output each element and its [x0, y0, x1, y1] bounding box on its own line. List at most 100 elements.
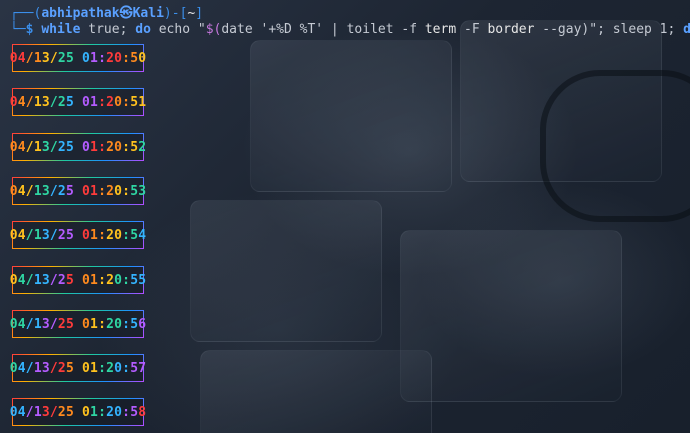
clock-char: :: [98, 227, 107, 243]
cmd-done: done: [683, 22, 690, 37]
clock-char: /: [49, 94, 58, 110]
clock-char: 0: [82, 272, 91, 288]
clock-output-box: 0 4/1 3/2 5 01:20:53: [10, 177, 147, 205]
clock-char: 2: [57, 404, 66, 420]
clock-char: 1: [90, 404, 99, 420]
command-line[interactable]: └─$ while true; do echo "$(date '+%D %T'…: [10, 22, 690, 38]
clock-char: :: [122, 404, 131, 420]
clock-output-box: 0 4/1 3/2 5 01:20:58: [9, 398, 147, 426]
clock-char: 5: [65, 94, 74, 110]
clock-char: 0: [114, 316, 123, 332]
clock-char: [74, 228, 82, 243]
clock-char: 5: [65, 50, 74, 66]
clock-char: 4: [17, 183, 26, 199]
clock-char: 0: [82, 94, 91, 110]
clock-char: [74, 184, 82, 199]
clock-char: 1: [33, 50, 42, 66]
prompt-line: ┌──(abhipathak㉿Kali)-[~]: [10, 6, 203, 22]
clock-char: 5: [130, 316, 139, 332]
clock-char: 4: [17, 227, 26, 243]
clock-char: 5: [65, 360, 74, 376]
prompt-corner: └─: [10, 22, 26, 37]
clock-char: 4: [17, 360, 26, 376]
clock-char: 4: [17, 139, 26, 155]
clock-char: /: [49, 316, 58, 332]
prompt-user: abhipathak: [41, 6, 120, 21]
clock-char: 5: [65, 139, 74, 155]
clock-char: 0: [9, 272, 18, 288]
clock-char: 2: [106, 227, 115, 243]
clock-char: :: [98, 316, 107, 332]
clock-char: 0: [138, 50, 147, 66]
clock-char: 4: [17, 94, 26, 110]
clock-char: 2: [57, 360, 66, 376]
clock-char: [74, 361, 82, 376]
clock-char: /: [25, 139, 34, 155]
clock-char: 5: [65, 404, 74, 420]
clock-char: 1: [138, 94, 147, 110]
clock-char: :: [122, 183, 131, 199]
cmd-text: --gay)"; sleep 1;: [534, 22, 684, 37]
clock-char: 0: [9, 404, 18, 420]
clock-char: /: [25, 227, 34, 243]
clock-char: 0: [82, 139, 91, 155]
clock-char: 0: [114, 183, 123, 199]
cmd-text: date '+%D %T' | toilet -f: [221, 22, 425, 37]
clock-char: 0: [114, 50, 123, 66]
clock-char: 0: [114, 272, 123, 288]
clock-char: 0: [9, 360, 18, 376]
clock-char: 0: [82, 404, 91, 420]
clock-char: 5: [130, 360, 139, 376]
clock-char: 8: [138, 404, 147, 420]
clock-char: 3: [41, 94, 50, 110]
clock-char: 1: [33, 272, 42, 288]
clock-char: 2: [106, 139, 115, 155]
clock-char: 2: [106, 316, 115, 332]
clock-char: :: [122, 50, 131, 66]
cmd-text: -F: [456, 22, 488, 37]
clock-char: [74, 405, 82, 420]
prompt-open: ┌──(: [10, 6, 42, 21]
clock-char: 3: [41, 404, 50, 420]
clock-char: 4: [17, 316, 26, 332]
clock-char: [74, 140, 82, 155]
clock-char: 3: [41, 227, 50, 243]
clock-char: 0: [82, 360, 91, 376]
clock-char: 1: [33, 139, 42, 155]
clock-char: :: [122, 227, 131, 243]
clock-char: 5: [138, 272, 147, 288]
clock-char: 4: [17, 404, 26, 420]
clock-char: :: [98, 183, 107, 199]
clock-char: :: [98, 50, 107, 66]
clock-char: 2: [138, 139, 147, 155]
clock-char: 2: [57, 272, 66, 288]
clock-char: :: [122, 139, 131, 155]
clock-char: 0: [114, 139, 123, 155]
clock-char: 1: [90, 360, 99, 376]
clock-char: /: [49, 183, 58, 199]
clock-char: 2: [57, 183, 66, 199]
clock-char: /: [49, 272, 58, 288]
clock-char: 5: [65, 316, 74, 332]
clock-char: :: [98, 360, 107, 376]
clock-char: 5: [130, 139, 139, 155]
clock-char: 0: [114, 360, 123, 376]
clock-char: :: [122, 316, 131, 332]
clock-char: /: [49, 50, 58, 66]
clock-char: 1: [33, 360, 42, 376]
clock-char: 5: [130, 227, 139, 243]
clock-char: 2: [106, 360, 115, 376]
clock-char: 2: [57, 139, 66, 155]
clock-output-box: 0 4/1 3/2 5 01:20:51: [10, 88, 147, 116]
clock-char: 1: [90, 50, 99, 66]
clock-char: 3: [138, 183, 147, 199]
clock-char: :: [122, 94, 131, 110]
clock-char: :: [122, 272, 131, 288]
prompt-symbol: $: [25, 22, 34, 37]
clock-output-box: 0 4/1 3/2 5 01:20:54: [10, 221, 146, 249]
clock-char: 1: [90, 316, 99, 332]
clock-char: :: [122, 360, 131, 376]
clock-char: 5: [65, 183, 74, 199]
clock-char: 2: [106, 50, 115, 66]
terminal-window[interactable]: ┌──(abhipathak㉿Kali)-[~] └─$ while true;…: [0, 0, 690, 433]
